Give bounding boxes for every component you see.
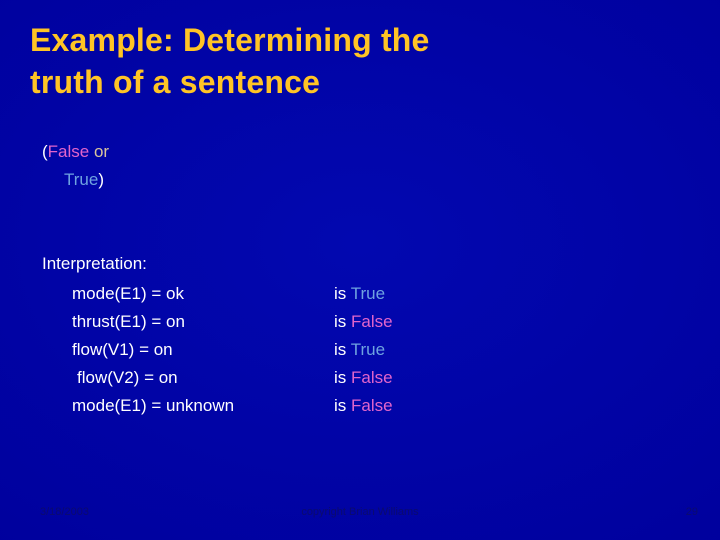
close-paren: ) <box>98 170 104 189</box>
truth-value: True <box>350 340 386 359</box>
interpretation-heading: Interpretation: <box>42 254 147 273</box>
expression-line-2: True) <box>42 166 682 194</box>
truth-value: False <box>351 396 393 415</box>
assignment-text: mode(E1) = ok <box>72 284 184 303</box>
is-label: is <box>334 396 347 415</box>
assignment-text: mode(E1) = unknown <box>72 396 235 415</box>
truth-value-group: is True <box>334 336 385 364</box>
is-label: is <box>334 340 347 359</box>
footer-copyright: copyright Brian Williams <box>301 506 419 518</box>
slide-canvas: Example: Determining the truth of a sent… <box>0 0 720 540</box>
assignment-text: flow(V1) = on <box>72 340 173 359</box>
is-label: is <box>334 312 347 331</box>
title-line-2: truth of a sentence <box>30 63 321 100</box>
interpretation-row: mode(E1) = unknown is False <box>42 392 682 420</box>
footer-page-number: 29 <box>685 506 698 518</box>
title-line-1: Example: Determining the <box>30 22 430 58</box>
truth-value-group: is False <box>334 364 393 392</box>
expression-line-1: (False or <box>42 138 682 166</box>
expression-block: (False or True) <box>42 138 682 194</box>
slide-footer: 3/18/2003 copyright Brian Williams 29 <box>0 494 720 540</box>
truth-value: False <box>351 312 393 331</box>
is-label: is <box>334 284 347 303</box>
interpretation-rows: mode(E1) = ok is True thrust(E1) = on is… <box>42 280 682 420</box>
interpretation-row: flow(V1) = on is True <box>42 336 682 364</box>
expression-true-token: True <box>64 170 99 189</box>
truth-value-group: is False <box>334 392 393 420</box>
expression-or-token: or <box>89 142 110 161</box>
truth-value-group: is True <box>334 280 385 308</box>
interpretation-row: flow(V2) = on is False <box>42 364 682 392</box>
truth-value: False <box>351 368 393 387</box>
interpretation-row: mode(E1) = ok is True <box>42 280 682 308</box>
slide-body: (False or True) Interpretation: mode(E1)… <box>42 138 682 420</box>
assignment-text: thrust(E1) = on <box>72 312 185 331</box>
expression-false-token: False <box>47 142 90 161</box>
is-label: is <box>334 368 347 387</box>
truth-value-group: is False <box>334 308 393 336</box>
page-title: Example: Determining the truth of a sent… <box>30 20 630 103</box>
truth-value: True <box>350 284 386 303</box>
assignment-text: flow(V2) = on <box>77 368 178 387</box>
interpretation-row: thrust(E1) = on is False <box>42 308 682 336</box>
